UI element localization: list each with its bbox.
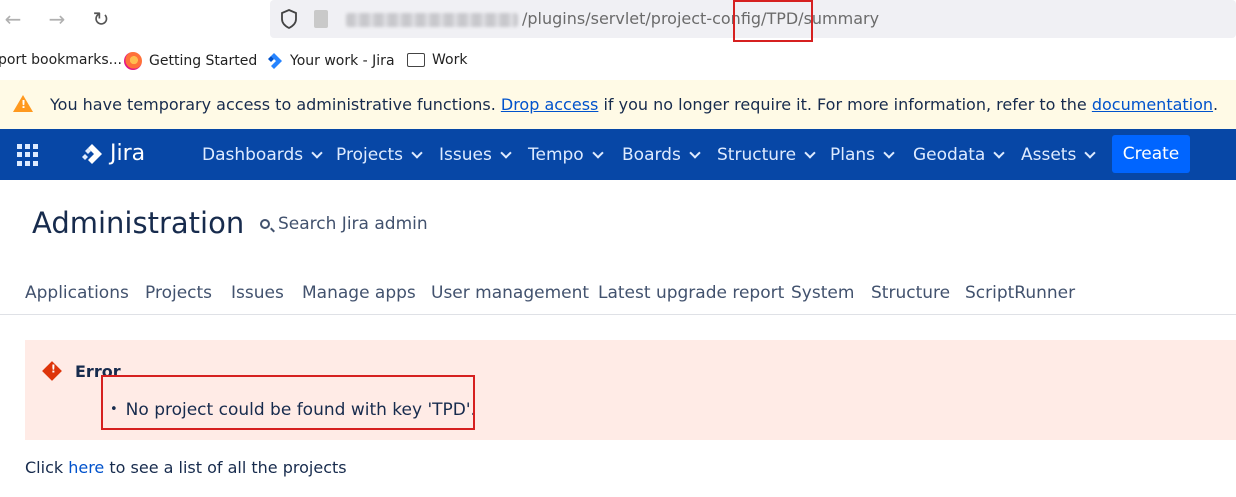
tab-applications[interactable]: Applications bbox=[25, 283, 129, 303]
bookmarks-bar: port bookmarks... Getting Started Your w… bbox=[0, 44, 1236, 78]
nav-plans[interactable]: Plans bbox=[830, 145, 895, 165]
nav-structure[interactable]: Structure bbox=[717, 145, 816, 165]
arrow-right-icon[interactable]: → bbox=[44, 6, 70, 32]
bookmark-label: Getting Started bbox=[149, 53, 258, 69]
bookmark-label: Your work - Jira bbox=[290, 53, 395, 69]
tab-projects[interactable]: Projects bbox=[145, 283, 212, 303]
projects-list-hint: Click here to see a list of all the proj… bbox=[25, 458, 347, 477]
tab-system[interactable]: System bbox=[791, 283, 854, 303]
shield-icon[interactable] bbox=[280, 9, 298, 29]
jira-icon bbox=[268, 53, 282, 69]
chevron-down-icon bbox=[311, 146, 323, 159]
annotation-highlight-error bbox=[101, 375, 475, 430]
documentation-link[interactable]: documentation bbox=[1092, 95, 1213, 114]
chevron-down-icon bbox=[883, 146, 895, 159]
tab-structure[interactable]: Structure bbox=[871, 283, 950, 303]
app-switcher-icon[interactable] bbox=[17, 144, 39, 166]
temporary-access-banner: You have temporary access to administrat… bbox=[0, 80, 1236, 129]
nav-boards[interactable]: Boards bbox=[622, 145, 701, 165]
nav-projects[interactable]: Projects bbox=[336, 145, 423, 165]
chevron-down-icon bbox=[592, 146, 604, 159]
create-button[interactable]: Create bbox=[1112, 135, 1190, 173]
chevron-down-icon bbox=[1084, 146, 1096, 159]
nav-geodata[interactable]: Geodata bbox=[913, 145, 1005, 165]
page-title: Administration bbox=[32, 206, 245, 240]
warning-icon bbox=[13, 95, 33, 112]
jira-logo[interactable]: Jira bbox=[80, 141, 145, 166]
chevron-down-icon bbox=[500, 146, 512, 159]
jira-logo-icon bbox=[82, 143, 102, 164]
tab-issues[interactable]: Issues bbox=[231, 283, 284, 303]
arrow-left-icon[interactable]: ← bbox=[0, 6, 26, 32]
admin-search[interactable]: Search Jira admin bbox=[260, 214, 428, 234]
chevron-down-icon bbox=[411, 146, 423, 159]
bookmark-getting-started[interactable]: Getting Started bbox=[124, 52, 257, 70]
bookmark-work-folder[interactable]: Work bbox=[407, 52, 467, 68]
tab-manage-apps[interactable]: Manage apps bbox=[302, 283, 416, 303]
tab-user-management[interactable]: User management bbox=[431, 283, 589, 303]
banner-text: You have temporary access to administrat… bbox=[50, 95, 1219, 114]
tab-scriptrunner[interactable]: ScriptRunner bbox=[965, 283, 1075, 303]
bookmark-import[interactable]: port bookmarks... bbox=[0, 52, 122, 68]
jira-logo-text: Jira bbox=[110, 141, 146, 166]
chevron-down-icon bbox=[804, 146, 816, 159]
bookmark-label: Work bbox=[432, 52, 468, 68]
folder-icon bbox=[407, 53, 425, 67]
nav-tempo[interactable]: Tempo bbox=[528, 145, 604, 165]
chevron-down-icon bbox=[689, 146, 701, 159]
redacted-domain bbox=[346, 13, 518, 27]
nav-dashboards[interactable]: Dashboards bbox=[202, 145, 323, 165]
chevron-down-icon bbox=[993, 146, 1005, 159]
bookmark-your-work-jira[interactable]: Your work - Jira bbox=[265, 52, 395, 70]
browser-toolbar: ← → ↻ /plugins/servlet/project-config/TP… bbox=[0, 0, 1236, 42]
admin-search-label: Search Jira admin bbox=[278, 214, 428, 234]
lock-icon[interactable] bbox=[314, 10, 328, 28]
admin-tabs: Applications Projects Issues Manage apps… bbox=[0, 280, 1236, 315]
error-icon bbox=[42, 361, 62, 381]
drop-access-link[interactable]: Drop access bbox=[501, 95, 599, 114]
firefox-icon bbox=[124, 52, 142, 70]
url-path[interactable]: /plugins/servlet/project-config/TPD/summ… bbox=[522, 9, 879, 28]
jira-top-nav: Jira Dashboards Projects Issues Tempo Bo… bbox=[0, 129, 1236, 180]
reload-icon[interactable]: ↻ bbox=[88, 6, 114, 32]
projects-list-link[interactable]: here bbox=[68, 458, 104, 477]
tab-latest-upgrade-report[interactable]: Latest upgrade report bbox=[598, 283, 784, 303]
bookmark-label: port bookmarks... bbox=[0, 52, 122, 68]
nav-issues[interactable]: Issues bbox=[439, 145, 512, 165]
annotation-highlight-url bbox=[733, 0, 813, 42]
search-icon bbox=[260, 219, 270, 229]
nav-assets[interactable]: Assets bbox=[1021, 145, 1096, 165]
